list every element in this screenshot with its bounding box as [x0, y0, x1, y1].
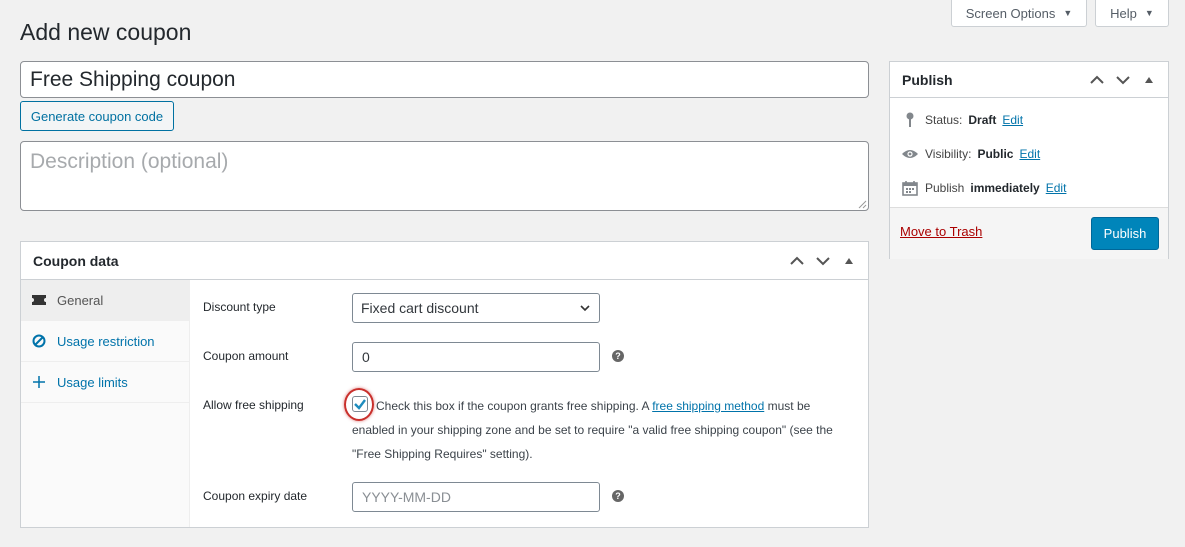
- schedule-label: Publish: [925, 181, 965, 195]
- schedule-edit-link[interactable]: Edit: [1046, 181, 1067, 195]
- tab-label: Usage restriction: [57, 333, 155, 349]
- crosshair-icon: [31, 374, 47, 390]
- discount-type-select[interactable]: Fixed cart discount: [352, 293, 600, 323]
- coupon-code-input[interactable]: [20, 61, 869, 98]
- publish-button[interactable]: Publish: [1091, 217, 1159, 250]
- tab-usage-restriction[interactable]: Usage restriction: [21, 321, 189, 362]
- status-label: Status:: [925, 113, 963, 127]
- status-row: Status: Draft Edit: [901, 111, 1023, 129]
- collapse-toggle-icon[interactable]: [840, 252, 858, 270]
- schedule-value: immediately: [970, 181, 1040, 195]
- help-tip-icon[interactable]: ?: [612, 490, 624, 502]
- publish-footer: Move to Trash Publish: [890, 207, 1168, 259]
- move-to-trash-link[interactable]: Move to Trash: [900, 224, 982, 239]
- caret-down-icon: ▼: [1063, 8, 1073, 18]
- block-icon: [31, 333, 47, 349]
- move-up-icon[interactable]: [1088, 71, 1106, 89]
- publish-box: Publish Status: Draft Edit Visibility: P…: [889, 61, 1169, 259]
- chevron-down-icon: [580, 305, 590, 312]
- help-tip-icon[interactable]: ?: [612, 350, 624, 362]
- coupon-data-tabs: General Usage restriction Usage limits: [21, 280, 190, 527]
- help-button[interactable]: Help ▼: [1095, 0, 1169, 27]
- publish-title: Publish: [902, 71, 953, 88]
- expiry-date-label: Coupon expiry date: [203, 489, 308, 503]
- screen-options-button[interactable]: Screen Options ▼: [951, 0, 1087, 27]
- move-down-icon[interactable]: [814, 252, 832, 270]
- tab-usage-limits[interactable]: Usage limits: [21, 362, 189, 403]
- free-shipping-text-1: Check this box if the coupon grants free…: [376, 399, 649, 413]
- screen-options-label: Screen Options: [965, 5, 1056, 21]
- eye-icon: [901, 145, 919, 163]
- coupon-data-header: Coupon data: [21, 242, 868, 280]
- free-shipping-label: Allow free shipping: [203, 398, 304, 412]
- caret-down-icon: ▼: [1144, 8, 1154, 18]
- page-title: Add new coupon: [20, 19, 192, 45]
- expiry-date-input[interactable]: [352, 482, 600, 512]
- tab-label: General: [57, 292, 104, 308]
- free-shipping-method-link[interactable]: free shipping method: [652, 399, 764, 413]
- free-shipping-description: Check this box if the coupon grants free…: [352, 394, 852, 466]
- coupon-data-title: Coupon data: [33, 252, 119, 269]
- status-value: Draft: [968, 113, 997, 127]
- publish-header: Publish: [890, 62, 1168, 98]
- description-textarea[interactable]: [20, 141, 869, 211]
- ticket-icon: [31, 292, 47, 308]
- help-label: Help: [1110, 5, 1137, 21]
- discount-type-value: Fixed cart discount: [361, 300, 479, 316]
- coupon-amount-input[interactable]: [352, 342, 600, 372]
- resize-grip-icon[interactable]: [857, 199, 867, 209]
- visibility-label: Visibility:: [925, 147, 972, 161]
- generate-coupon-code-button[interactable]: Generate coupon code: [20, 101, 174, 131]
- move-down-icon[interactable]: [1114, 71, 1132, 89]
- visibility-row: Visibility: Public Edit: [901, 145, 1040, 163]
- coupon-amount-label: Coupon amount: [203, 349, 289, 363]
- discount-type-label: Discount type: [203, 300, 276, 314]
- pin-icon: [901, 111, 919, 129]
- coupon-data-panel: Coupon data General Usage restriction Us…: [20, 241, 869, 528]
- collapse-toggle-icon[interactable]: [1140, 71, 1158, 89]
- tab-general[interactable]: General: [21, 280, 189, 321]
- status-edit-link[interactable]: Edit: [1002, 113, 1023, 127]
- visibility-value: Public: [977, 147, 1014, 161]
- visibility-edit-link[interactable]: Edit: [1019, 147, 1040, 161]
- calendar-icon: [901, 179, 919, 197]
- tab-label: Usage limits: [57, 374, 128, 390]
- move-up-icon[interactable]: [788, 252, 806, 270]
- schedule-row: Publish immediately Edit: [901, 179, 1066, 197]
